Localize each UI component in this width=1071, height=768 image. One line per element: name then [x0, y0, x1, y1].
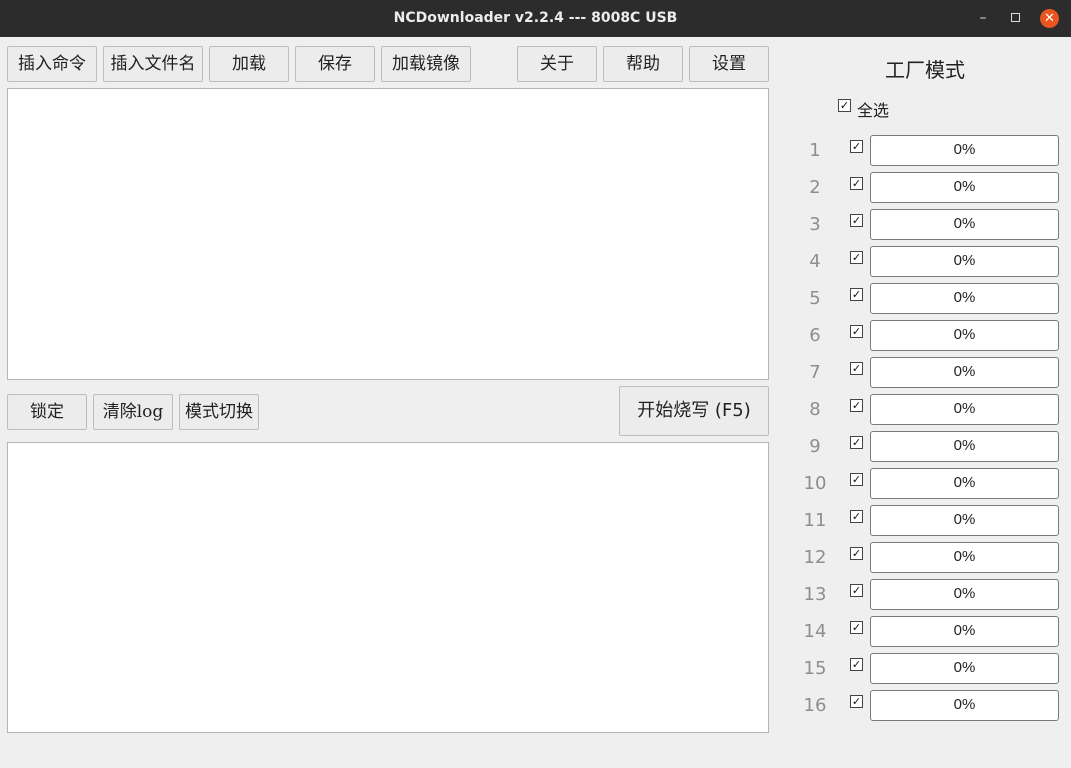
channel-progress-bar: 0% [870, 209, 1059, 240]
channel-checkbox[interactable]: ✓ [850, 510, 863, 523]
channel-progress-bar: 0% [870, 320, 1059, 351]
channel-progress-bar: 0% [870, 135, 1059, 166]
channel-checkbox[interactable]: ✓ [850, 658, 863, 671]
channel-number: 3 [809, 214, 821, 235]
title-bar[interactable]: NCDownloader v2.2.4 --- 8008C USB – ✕ [0, 0, 1071, 37]
channel-progress-bar: 0% [870, 505, 1059, 536]
factory-mode-title: 工厂模式 [885, 58, 965, 82]
channel-checkbox[interactable]: ✓ [850, 251, 863, 264]
settings-button[interactable]: 设置 [689, 46, 769, 82]
mode-switch-button[interactable]: 模式切换 [179, 394, 259, 430]
maximize-icon[interactable] [1006, 9, 1024, 27]
channel-number: 12 [803, 547, 827, 568]
channel-progress-bar: 0% [870, 394, 1059, 425]
channel-number: 14 [803, 621, 827, 642]
channel-progress-bar: 0% [870, 542, 1059, 573]
channel-number: 1 [809, 140, 821, 161]
command-editor[interactable] [7, 88, 769, 380]
channel-progress-bar: 0% [870, 357, 1059, 388]
channel-number: 5 [809, 288, 821, 309]
lock-button[interactable]: 锁定 [7, 394, 87, 430]
channel-number: 13 [803, 584, 827, 605]
channel-number: 7 [809, 362, 821, 383]
channel-number: 11 [803, 510, 827, 531]
channel-checkbox[interactable]: ✓ [850, 584, 863, 597]
channel-checkbox[interactable]: ✓ [850, 140, 863, 153]
channel-number: 6 [809, 325, 821, 346]
save-button[interactable]: 保存 [295, 46, 375, 82]
channel-number: 9 [809, 436, 821, 457]
channel-progress-bar: 0% [870, 246, 1059, 277]
load-button[interactable]: 加载 [209, 46, 289, 82]
channel-progress-bar: 0% [870, 579, 1059, 610]
channel-progress-bar: 0% [870, 653, 1059, 684]
main-window: 插入命令 插入文件名 加载 保存 加载镜像 关于 帮助 设置 锁定 清除log … [0, 37, 1071, 768]
close-icon[interactable]: ✕ [1040, 9, 1059, 28]
load-image-button[interactable]: 加载镜像 [381, 46, 471, 82]
about-button[interactable]: 关于 [517, 46, 597, 82]
channel-checkbox[interactable]: ✓ [850, 399, 863, 412]
channel-checkbox[interactable]: ✓ [850, 177, 863, 190]
help-button[interactable]: 帮助 [603, 46, 683, 82]
channel-checkbox[interactable]: ✓ [850, 288, 863, 301]
channel-checkbox[interactable]: ✓ [850, 547, 863, 560]
minimize-icon[interactable]: – [974, 9, 992, 27]
channel-progress-bar: 0% [870, 468, 1059, 499]
channel-progress-bar: 0% [870, 616, 1059, 647]
select-all-label: 全选 [857, 101, 890, 120]
select-all-checkbox[interactable]: ✓ [838, 99, 851, 112]
channel-checkbox[interactable]: ✓ [850, 695, 863, 708]
insert-filename-button[interactable]: 插入文件名 [103, 46, 203, 82]
channel-number: 4 [809, 251, 821, 272]
window-title: NCDownloader v2.2.4 --- 8008C USB [393, 10, 678, 26]
channel-number: 10 [803, 473, 827, 494]
log-output[interactable] [7, 442, 769, 733]
channel-progress-bar: 0% [870, 172, 1059, 203]
channel-checkbox[interactable]: ✓ [850, 325, 863, 338]
channel-progress-bar: 0% [870, 690, 1059, 721]
insert-command-button[interactable]: 插入命令 [7, 46, 97, 82]
channel-number: 2 [809, 177, 821, 198]
channel-checkbox[interactable]: ✓ [850, 214, 863, 227]
channel-number: 15 [803, 658, 827, 679]
channel-checkbox[interactable]: ✓ [850, 362, 863, 375]
clear-log-button[interactable]: 清除log [93, 394, 173, 430]
channel-checkbox[interactable]: ✓ [850, 621, 863, 634]
channel-number: 8 [809, 399, 821, 420]
channel-progress-bar: 0% [870, 431, 1059, 462]
channel-progress-bar: 0% [870, 283, 1059, 314]
channel-number: 16 [803, 695, 827, 716]
start-burn-button[interactable]: 开始烧写 (F5) [619, 386, 769, 436]
channel-checkbox[interactable]: ✓ [850, 436, 863, 449]
channel-checkbox[interactable]: ✓ [850, 473, 863, 486]
